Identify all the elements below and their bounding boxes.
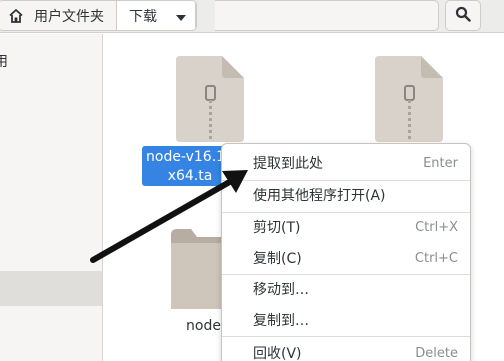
folder-name-label[interactable]: node xyxy=(186,318,221,334)
menu-item-shortcut: Delete xyxy=(415,345,458,361)
search-icon xyxy=(455,6,471,26)
menu-item-label: 提取到此处 xyxy=(253,156,323,172)
path-bar-empty-area[interactable] xyxy=(215,0,439,31)
menu-item-label: 使用其他程序打开(A) xyxy=(253,188,386,204)
search-button[interactable] xyxy=(445,0,481,31)
breadcrumb-home-label: 用户文件夹 xyxy=(34,8,104,25)
menu-item-copy-to[interactable]: 复制到… xyxy=(222,305,470,335)
menu-item-label: 复制(C) xyxy=(253,251,302,267)
archive-file-icon[interactable] xyxy=(375,56,443,146)
breadcrumb-home[interactable]: 用户文件夹 xyxy=(0,1,117,30)
header-bar: 用户文件夹 下载 xyxy=(0,0,504,33)
menu-item-trash[interactable]: 回收(V) Delete xyxy=(222,338,470,361)
file-manager-window: 用户文件夹 下载 用 node-v16.15 x64.ta node 提取到此处… xyxy=(0,0,504,361)
archive-file-icon[interactable] xyxy=(176,56,244,146)
sidebar-item-label[interactable]: 用 xyxy=(0,51,8,71)
menu-item-label: 回收(V) xyxy=(253,346,302,361)
path-bar: 用户文件夹 下载 xyxy=(0,0,197,31)
chevron-down-icon[interactable] xyxy=(175,11,186,21)
menu-item-shortcut: Ctrl+C xyxy=(414,250,458,266)
menu-item-label: 移动到… xyxy=(253,282,309,298)
places-sidebar: 用 xyxy=(0,34,103,361)
context-menu: 提取到此处 Enter 使用其他程序打开(A) 剪切(T) Ctrl+X 复制(… xyxy=(221,143,471,361)
menu-item-label: 剪切(T) xyxy=(253,220,301,236)
breadcrumb-current[interactable]: 下载 xyxy=(117,1,196,30)
menu-item-shortcut: Enter xyxy=(423,155,458,171)
menu-item-label: 复制到… xyxy=(253,313,309,329)
menu-item-open-with[interactable]: 使用其他程序打开(A) xyxy=(222,180,470,210)
folder-icon[interactable] xyxy=(171,229,223,313)
menu-item-move-to[interactable]: 移动到… xyxy=(222,274,470,304)
sidebar-item-selected[interactable] xyxy=(0,271,102,306)
menu-item-copy[interactable]: 复制(C) Ctrl+C xyxy=(222,243,470,273)
breadcrumb-current-label: 下载 xyxy=(129,8,157,25)
home-icon xyxy=(7,7,25,25)
menu-item-extract-here[interactable]: 提取到此处 Enter xyxy=(222,148,470,178)
menu-separator xyxy=(222,336,470,337)
menu-item-shortcut: Ctrl+X xyxy=(415,219,458,235)
menu-item-cut[interactable]: 剪切(T) Ctrl+X xyxy=(222,212,470,242)
